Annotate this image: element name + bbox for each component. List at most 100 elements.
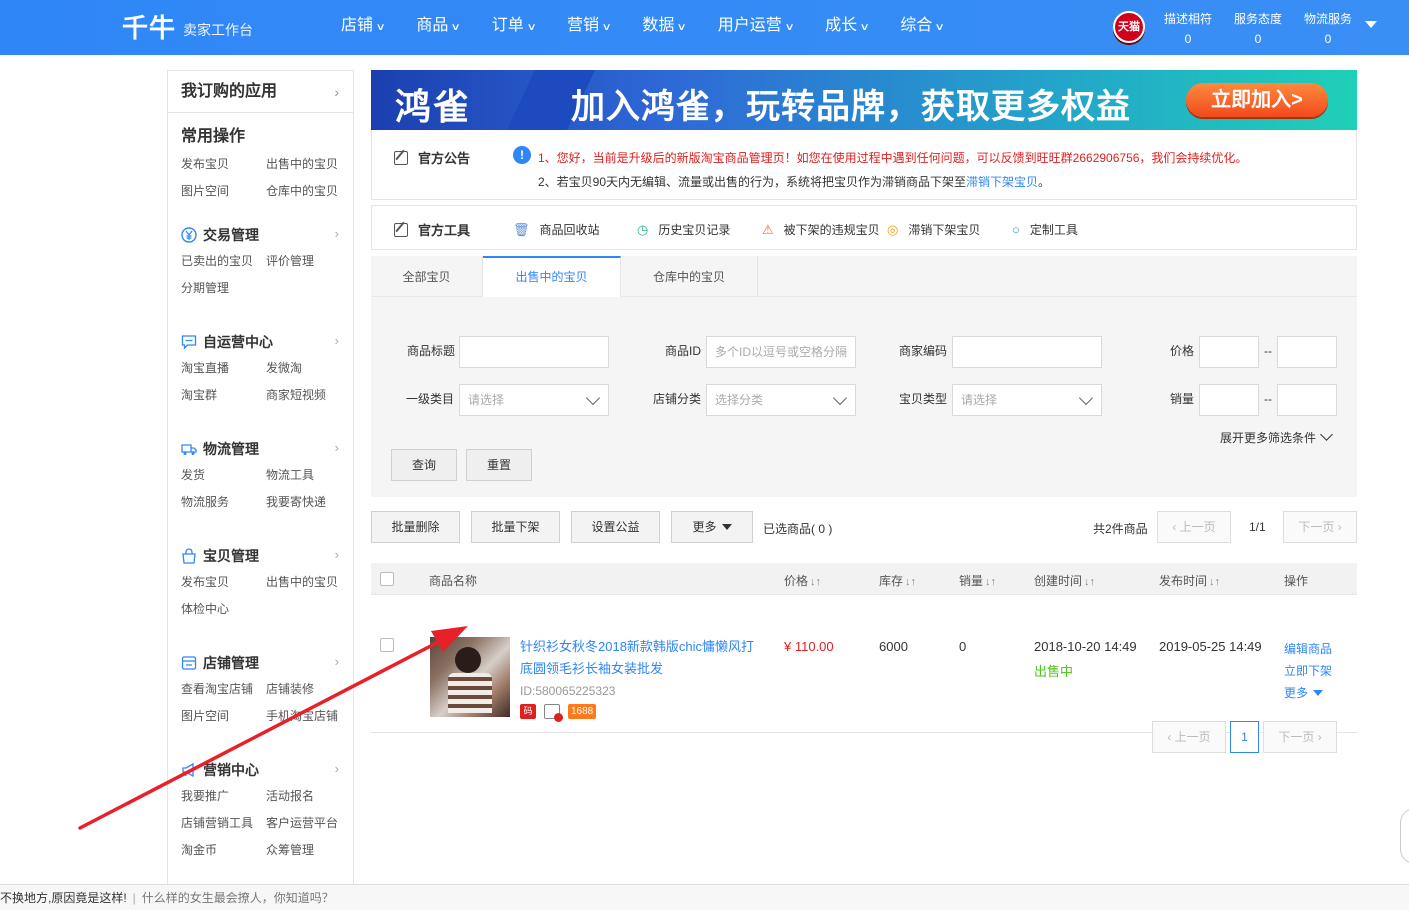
price-min-input[interactable] [1199, 336, 1259, 368]
sidebar-link[interactable]: 物流服务 [181, 489, 266, 516]
chevron-right-icon[interactable]: › [335, 654, 339, 669]
chevron-right-icon[interactable]: › [335, 761, 339, 776]
nav-marketing[interactable]: 营销 ∨ [567, 0, 642, 55]
sidebar-link[interactable]: 我要推广 [181, 783, 266, 810]
shop-category-select[interactable]: 选择分类 [706, 384, 856, 416]
tool-recycle-bin[interactable]: 🗑 商品回收站 [513, 221, 600, 238]
sidebar-link[interactable]: 店铺营销工具 [181, 810, 266, 837]
tab-on-sale[interactable]: 出售中的宝贝 [483, 256, 621, 298]
sidebar-link[interactable]: 商家短视频 [266, 382, 351, 409]
slow-selling-link[interactable]: 滞销下架宝贝 [966, 175, 1038, 189]
sidebar-link[interactable]: 淘金币 [181, 837, 266, 864]
id-input[interactable]: 多个ID以逗号或空格分隔 [706, 336, 856, 368]
title-input[interactable] [459, 336, 609, 368]
sidebar-section-title[interactable]: 物流管理 [181, 436, 353, 462]
sidebar-link[interactable]: 我要寄快递 [266, 489, 351, 516]
sidebar-link[interactable]: 体检中心 [181, 596, 266, 623]
promo-banner[interactable]: 鸿雀 加入鸿雀，玩转品牌，获取更多权益 立即加入> [371, 70, 1357, 130]
sidebar-link[interactable]: 活动报名 [266, 783, 351, 810]
sidebar-section-title[interactable]: 自运营中心 [181, 329, 353, 355]
tab-warehouse[interactable]: 仓库中的宝贝 [621, 256, 758, 297]
sidebar-link[interactable]: 众筹管理 [266, 837, 351, 864]
nav-shop[interactable]: 店铺 ∨ [341, 0, 416, 55]
col-created[interactable]: 创建时间 ↓↑ [1034, 572, 1095, 589]
sidebar-link[interactable]: 评价管理 [266, 248, 351, 275]
select-all-checkbox[interactable] [380, 572, 394, 586]
floating-scroll-handle[interactable] [1400, 808, 1409, 864]
sidebar-link[interactable]: 仓库中的宝贝 [266, 178, 351, 205]
sales-max-input[interactable] [1277, 384, 1337, 416]
sidebar-link[interactable]: 已卖出的宝贝 [181, 248, 266, 275]
chevron-right-icon[interactable]: › [335, 226, 339, 241]
sidebar-section-title[interactable]: 宝贝管理 [181, 543, 353, 569]
chevron-right-icon[interactable]: › [335, 547, 339, 562]
sidebar-section-title[interactable]: 店铺管理 [181, 650, 353, 676]
nav-general[interactable]: 综合 ∨ [900, 0, 975, 55]
expand-filters[interactable]: 展开更多筛选条件 [1220, 428, 1333, 446]
sidebar-link[interactable]: 图片空间 [181, 703, 266, 730]
set-charity-button[interactable]: 设置公益 [571, 511, 660, 543]
query-button[interactable]: 查询 [391, 449, 457, 481]
sidebar-link[interactable]: 发货 [181, 462, 266, 489]
sidebar-head[interactable]: 我订购的应用 › [168, 71, 353, 113]
sidebar-link[interactable]: 出售中的宝贝 [266, 151, 351, 178]
sidebar-link[interactable]: 物流工具 [266, 462, 351, 489]
type-select[interactable]: 请选择 [952, 384, 1102, 416]
col-published[interactable]: 发布时间 ↓↑ [1159, 572, 1220, 589]
sidebar-link[interactable]: 淘宝群 [181, 382, 266, 409]
next-page-button[interactable]: 下一页 › [1263, 721, 1337, 753]
app-logo[interactable]: 千牛 [122, 8, 176, 45]
price-max-input[interactable] [1277, 336, 1337, 368]
col-stock[interactable]: 库存 ↓↑ [879, 572, 916, 589]
product-thumbnail[interactable] [430, 637, 510, 717]
sidebar-link[interactable]: 店铺装修 [266, 676, 351, 703]
sidebar-link[interactable]: 发微淘 [266, 355, 351, 382]
reset-button[interactable]: 重置 [466, 449, 532, 481]
sidebar-link[interactable]: 手机淘宝店铺 [266, 703, 351, 730]
news-link[interactable]: 不换地方,原因竟是这样! [0, 891, 127, 905]
sidebar-link[interactable]: 分期管理 [181, 275, 266, 302]
tab-all[interactable]: 全部宝贝 [371, 256, 483, 297]
nav-data[interactable]: 数据 ∨ [642, 0, 717, 55]
sidebar-link[interactable]: 发布宝贝 [181, 151, 266, 178]
prev-page-button[interactable]: ‹ 上一页 [1157, 511, 1231, 543]
score-logistics[interactable]: 物流服务 0 [1298, 10, 1358, 46]
tmall-badge[interactable]: 天猫 [1113, 11, 1145, 43]
offshelf-now-link[interactable]: 立即下架 [1284, 662, 1332, 679]
join-button[interactable]: 立即加入> [1186, 83, 1328, 117]
sales-min-input[interactable] [1199, 384, 1259, 416]
tool-violations[interactable]: ⚠ 被下架的违规宝贝 [762, 221, 880, 238]
sidebar-link[interactable]: 图片空间 [181, 178, 266, 205]
code-input[interactable] [952, 336, 1102, 368]
edit-product-link[interactable]: 编辑商品 [1284, 640, 1332, 657]
chevron-right-icon[interactable]: › [335, 440, 339, 455]
sidebar-link[interactable]: 客户运营平台 [266, 810, 351, 837]
nav-goods[interactable]: 商品 ∨ [416, 0, 491, 55]
row-more-link[interactable]: 更多 [1284, 684, 1324, 701]
sidebar-link[interactable]: 出售中的宝贝 [266, 569, 351, 596]
caret-down-icon[interactable] [1365, 21, 1377, 28]
nav-orders[interactable]: 订单 ∨ [492, 0, 567, 55]
score-service[interactable]: 服务态度 0 [1228, 10, 1288, 46]
tool-history[interactable]: ◷ 历史宝贝记录 [637, 221, 730, 238]
news-link[interactable]: 什么样的女生最会撩人，你知道吗？ [142, 891, 334, 905]
category-select[interactable]: 请选择 [459, 384, 609, 416]
sidebar-section-title[interactable]: 交易管理 [181, 222, 353, 248]
score-description[interactable]: 描述相符 0 [1158, 10, 1218, 46]
col-price[interactable]: 价格 ↓↑ [784, 572, 821, 589]
batch-delete-button[interactable]: 批量删除 [371, 511, 460, 543]
sidebar-link[interactable]: 发布宝贝 [181, 569, 266, 596]
sidebar-section-title[interactable]: 营销中心 [181, 757, 353, 783]
nav-growth[interactable]: 成长 ∨ [825, 0, 900, 55]
tool-slow-selling[interactable]: ◎ 滞销下架宝贝 [887, 221, 980, 238]
prev-page-button[interactable]: ‹ 上一页 [1152, 721, 1226, 753]
product-name-link[interactable]: 针织衫女秋冬2018新款韩版chic慵懒风打底圆领毛衫长袖女装批发 [520, 636, 765, 680]
page-1-button[interactable]: 1 [1230, 721, 1259, 753]
sidebar-link[interactable]: 淘宝直播 [181, 355, 266, 382]
next-page-button[interactable]: 下一页 › [1283, 511, 1357, 543]
sidebar-link[interactable]: 查看淘宝店铺 [181, 676, 266, 703]
chevron-right-icon[interactable]: › [335, 333, 339, 348]
batch-offshelf-button[interactable]: 批量下架 [471, 511, 560, 543]
more-button[interactable]: 更多 [671, 511, 753, 543]
tool-custom[interactable]: ○ 定制工具 [1012, 221, 1078, 238]
